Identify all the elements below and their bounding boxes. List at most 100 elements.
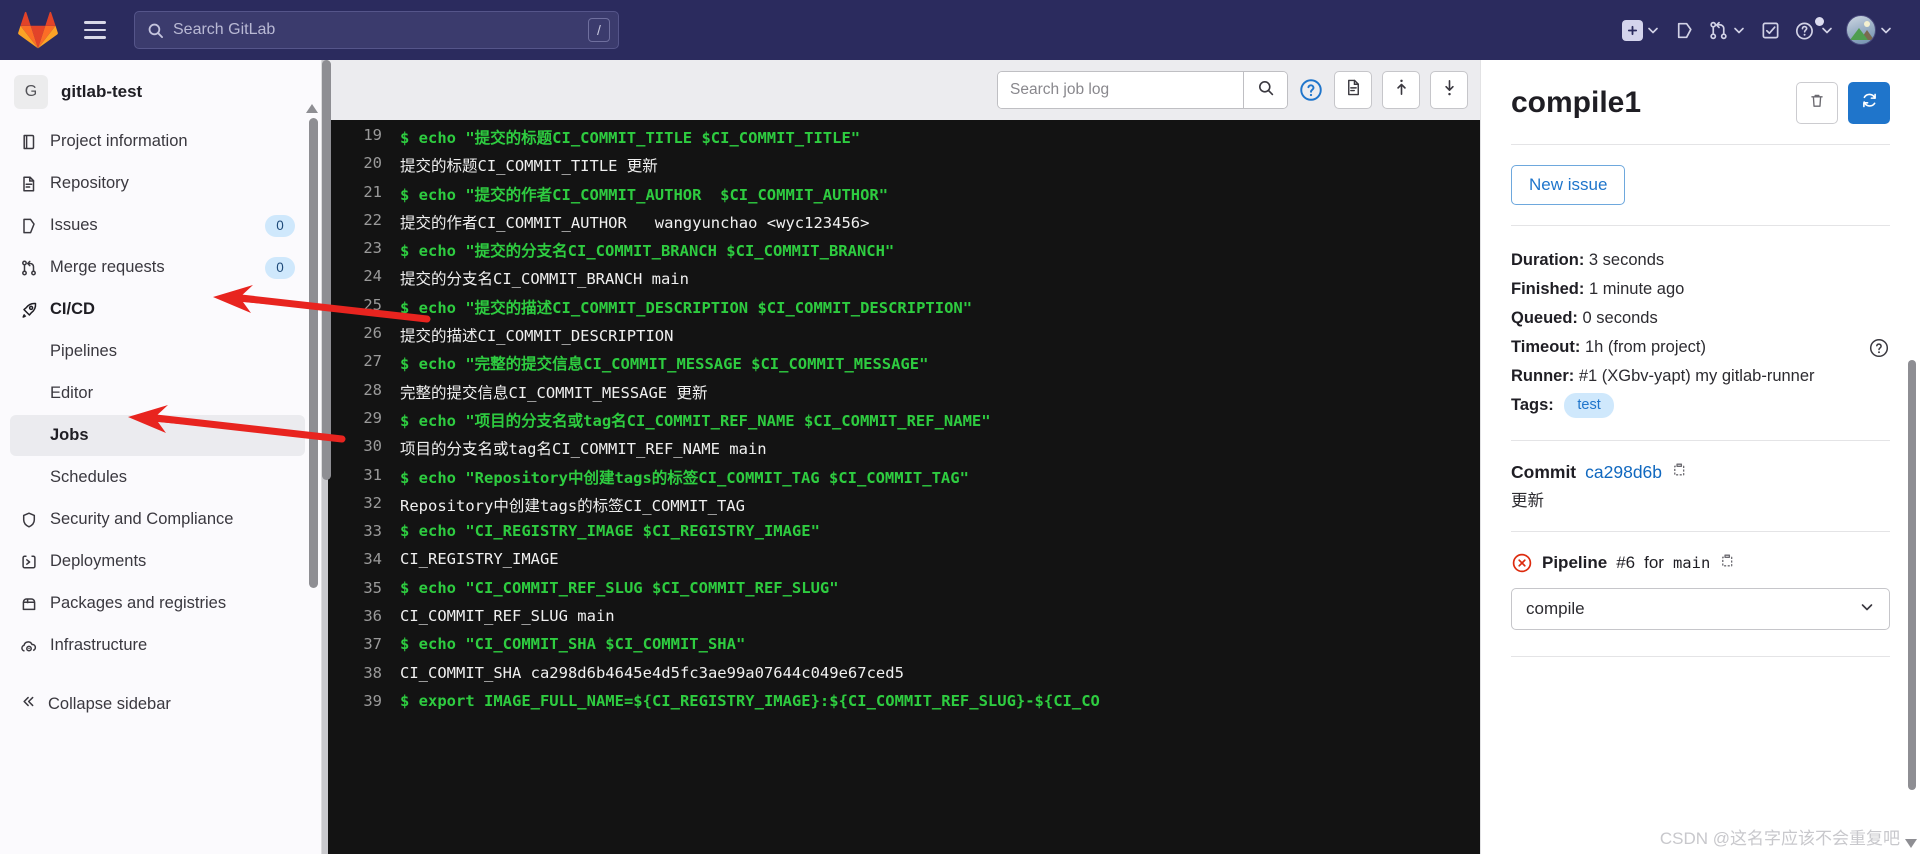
job-log-line-number[interactable]: 31 (322, 466, 400, 484)
job-log-line-number[interactable]: 38 (322, 664, 400, 682)
retry-job-button[interactable] (1848, 82, 1890, 124)
merge-request-icon (1708, 20, 1729, 41)
sidebar-item-label: Security and Compliance (50, 510, 234, 528)
job-log-search-input[interactable] (998, 72, 1243, 108)
user-menu[interactable] (1841, 11, 1898, 49)
job-log-line-number[interactable]: 25 (322, 296, 400, 314)
sidebar-item-label: Merge requests (50, 258, 165, 276)
todos-link[interactable] (1753, 11, 1787, 49)
job-log-line-number[interactable]: 32 (322, 494, 400, 512)
status-badge: test (1564, 393, 1614, 419)
job-log-line-number[interactable]: 24 (322, 267, 400, 285)
job-detail-tags: Tags: test (1511, 391, 1890, 420)
stage-select[interactable]: compile (1511, 588, 1890, 630)
job-log-line-number[interactable]: 21 (322, 183, 400, 201)
gitlab-tanuki-logo[interactable] (18, 11, 58, 49)
job-log-line-number[interactable]: 34 (322, 550, 400, 568)
job-log-line-number[interactable]: 29 (322, 409, 400, 427)
create-new-menu[interactable] (1617, 11, 1665, 49)
sidebar-item-merge-requests[interactable]: Merge requests 0 (10, 247, 305, 288)
job-log-line-number[interactable]: 19 (322, 126, 400, 144)
job-log-line: 24 提交的分支名CI_COMMIT_BRANCH main (322, 267, 1480, 295)
merge-request-icon (20, 259, 38, 277)
global-search-box[interactable]: / (134, 11, 619, 49)
pipeline-label: Pipeline (1542, 553, 1608, 572)
job-log-line-text: $ export IMAGE_FULL_NAME=${CI_REGISTRY_I… (400, 691, 1100, 710)
job-log-line: 32 Repository中创建tags的标签CI_COMMIT_TAG (322, 494, 1480, 522)
sidebar-item-label: Repository (50, 174, 129, 192)
sidebar-item-project-information[interactable]: Project information (10, 121, 305, 162)
erase-job-log-button[interactable] (1796, 82, 1838, 124)
deployments-icon (20, 553, 38, 571)
watermark-text: CSDN @这名字应该不会重复吧 (1659, 829, 1900, 848)
help-menu[interactable] (1789, 11, 1839, 49)
issues-icon (20, 217, 38, 235)
sidebar-item-label: Project information (50, 132, 188, 150)
copy-icon[interactable] (1719, 552, 1736, 574)
sidebar-item-deployments[interactable]: Deployments (10, 541, 305, 582)
search-input[interactable] (173, 21, 588, 39)
job-log-output: 19 $ echo "提交的标题CI_COMMIT_TITLE $CI_COMMI… (322, 120, 1480, 854)
job-log-line: 20 提交的标题CI_COMMIT_TITLE 更新 (322, 154, 1480, 182)
scroll-to-bottom-button[interactable] (1430, 71, 1468, 109)
job-detail-queued: Queued: 0 seconds (1511, 304, 1890, 333)
sidebar-item-packages-and-registries[interactable]: Packages and registries (10, 583, 305, 624)
job-log-line-number[interactable]: 36 (322, 607, 400, 625)
job-log-line-number[interactable]: 23 (322, 239, 400, 257)
job-log-scrollbar[interactable] (322, 60, 331, 480)
sidebar-item-repository[interactable]: Repository (10, 163, 305, 204)
pipeline-ref[interactable]: main (1673, 554, 1710, 572)
sidebar-item-label: Editor (50, 384, 94, 402)
merge-requests-menu[interactable] (1703, 11, 1751, 49)
job-details-panel: compile1 New issue Duration: 3 seconds F… (1480, 60, 1920, 854)
sidebar-scroll-up-arrow[interactable] (306, 104, 318, 113)
sidebar-item-label: Pipelines (50, 342, 117, 360)
job-panel-scroll-down-arrow[interactable] (1905, 839, 1917, 848)
job-log-help-icon[interactable] (1298, 77, 1324, 103)
job-log-line-number[interactable]: 22 (322, 211, 400, 229)
job-panel-scrollbar[interactable] (1908, 360, 1916, 790)
show-raw-log-button[interactable] (1334, 71, 1372, 109)
job-log-line-number[interactable]: 27 (322, 352, 400, 370)
sidebar-item-jobs[interactable]: Jobs (10, 415, 305, 456)
sidebar-item-editor[interactable]: Editor (10, 373, 305, 414)
sidebar-item-schedules[interactable]: Schedules (10, 457, 305, 498)
sidebar-item-ci-cd[interactable]: CI/CD (10, 289, 305, 330)
detail-key: Timeout: (1511, 338, 1581, 356)
new-issue-button[interactable]: New issue (1511, 165, 1626, 205)
job-log-line-number[interactable]: 37 (322, 635, 400, 653)
pipeline-number[interactable]: #6 (1616, 553, 1635, 573)
sidebar-item-infrastructure[interactable]: Infrastructure (10, 625, 305, 666)
todo-checkbox-icon (1760, 20, 1781, 41)
job-log-line: 22 提交的作者CI_COMMIT_AUTHOR wangyunchao <wyc… (322, 211, 1480, 239)
timeout-help-icon[interactable] (1868, 337, 1890, 359)
hamburger-menu-icon[interactable] (74, 9, 116, 51)
stage-select-value: compile (1526, 599, 1585, 618)
job-log-line-number[interactable]: 26 (322, 324, 400, 342)
sidebar-scrollbar[interactable] (309, 118, 318, 588)
scroll-to-top-button[interactable] (1382, 71, 1420, 109)
job-log-line-number[interactable]: 39 (322, 692, 400, 710)
job-detail-timeout-row: Timeout: 1h (from project) (1511, 333, 1890, 362)
collapse-sidebar-button[interactable]: Collapse sidebar (0, 685, 321, 723)
job-log-line-number[interactable]: 30 (322, 437, 400, 455)
sidebar-item-issues[interactable]: Issues 0 (10, 205, 305, 246)
copy-icon[interactable] (1671, 461, 1688, 483)
sidebar-item-pipelines[interactable]: Pipelines (10, 331, 305, 372)
job-log-search-box[interactable] (997, 71, 1288, 109)
job-log-line-number[interactable]: 28 (322, 381, 400, 399)
sidebar-item-security-and-compliance[interactable]: Security and Compliance (10, 499, 305, 540)
job-log-search-button[interactable] (1243, 72, 1287, 108)
job-log-line-text: $ echo "CI_COMMIT_REF_SLUG $CI_COMMIT_RE… (400, 578, 839, 597)
job-log-line: 28 完整的提交信息CI_COMMIT_MESSAGE 更新 (322, 381, 1480, 409)
job-log-line-number[interactable]: 33 (322, 522, 400, 540)
chevron-down-icon (1879, 23, 1893, 37)
issues-link[interactable] (1667, 11, 1701, 49)
sidebar-project-header[interactable]: G gitlab-test (0, 66, 321, 118)
job-header: compile1 (1511, 82, 1890, 124)
job-log-line-number[interactable]: 35 (322, 579, 400, 597)
tags-label: Tags: (1511, 396, 1554, 414)
commit-sha-link[interactable]: ca298d6b (1585, 462, 1662, 483)
sidebar-item-label: Deployments (50, 552, 147, 570)
job-log-line-number[interactable]: 20 (322, 154, 400, 172)
